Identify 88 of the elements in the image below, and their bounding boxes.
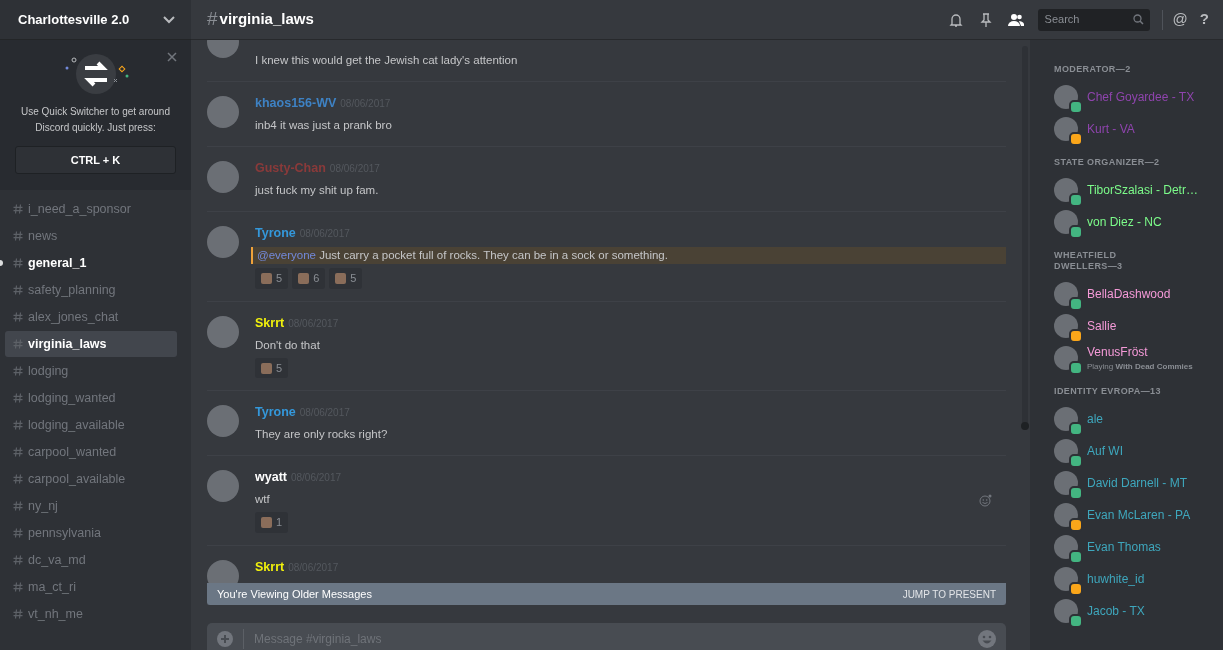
role-heading: STATE ORGANIZER—2 [1054,157,1161,168]
channel-item[interactable]: ma_ct_ri [5,574,177,600]
member-name[interactable]: Evan Thomas [1087,538,1161,556]
hash-icon [13,339,23,349]
hash-icon [13,528,23,538]
reaction-button[interactable]: 5 [329,268,363,289]
channel-item[interactable]: carpool_available [5,466,177,492]
channel-item[interactable]: lodging [5,358,177,384]
bell-icon[interactable] [947,11,964,28]
hash-icon [13,474,23,484]
message-text: @everyone Just carry a pocket full of rocks. They can be in a sock or something. [251,247,1006,265]
hash-icon [13,420,23,430]
member-name[interactable]: Kurt - VA [1087,120,1135,138]
search-box[interactable]: Search [1037,8,1150,31]
channel-item[interactable]: dc_va_md [5,547,177,573]
add-reaction-icon[interactable] [979,494,992,507]
chevron-down-icon[interactable] [163,15,175,24]
member-name[interactable]: TiborSzalasi - Detr… [1087,181,1198,199]
hash-icon [13,501,23,511]
member-name[interactable]: Chef Goyardee - TX [1087,88,1195,106]
channel-item[interactable]: lodging_available [5,412,177,438]
member-name[interactable]: huwhite_id [1087,570,1145,588]
member-name[interactable]: BellaDashwood [1087,285,1171,303]
member-name[interactable]: Auf WI [1087,442,1123,460]
mentions-icon[interactable]: @ [1172,8,1188,31]
member-name[interactable]: ale [1087,410,1103,428]
author-name[interactable]: Tyrone [255,405,296,420]
search-field[interactable]: Search [1042,10,1133,29]
channel-item[interactable]: general_1 [5,250,177,276]
search-icon [1132,14,1144,25]
message-text: Don't do that [255,337,321,353]
member-name[interactable]: von Diez - NC [1087,213,1162,231]
hash-icon [13,231,23,241]
activity-text: Playing With Dead Commies [1087,361,1193,373]
hash-icon [13,447,23,457]
channel-item[interactable]: ny_nj [5,493,177,519]
reaction-button[interactable]: 5 [255,268,289,289]
reaction-button[interactable]: 1 [255,512,289,533]
role-heading: IDENTITY EVROPA—13 [1054,386,1162,397]
author-name[interactable]: Skrrt [255,315,285,330]
author-name[interactable]: Tyrone [255,226,296,241]
member-name[interactable]: Sallie [1087,317,1117,335]
channel-item[interactable]: carpool_wanted [5,439,177,465]
hash-icon: # [207,5,218,34]
hash-icon [13,582,23,592]
channel-item[interactable]: i_need_a_sponsor [5,196,177,222]
member-name[interactable]: VenusFröst [1087,343,1193,361]
server-name: Charlottesville 2.0 [18,10,130,29]
scrollbar-thumb[interactable] [1021,422,1029,430]
hash-icon [13,204,23,214]
author-name[interactable]: wyatt [255,470,287,485]
shortcut-key-button[interactable]: CTRL + K [15,146,176,174]
role-heading: MODERATOR—2 [1054,64,1132,75]
hash-icon [13,609,23,619]
scrollbar-track[interactable] [1022,46,1028,430]
close-icon[interactable] [167,52,177,62]
author-name[interactable]: khaos156-WV [255,96,337,111]
channel-item[interactable]: lodging_wanted [5,385,177,411]
hash-icon [13,393,23,403]
role-heading: WHEATFIELD DWELLERS—3 [1054,250,1124,272]
channel-item[interactable]: virginia_laws [5,331,177,357]
member-name[interactable]: Jacob - TX [1087,602,1145,620]
message-text: I knew this would get the Jewish cat lady's attention [255,53,519,68]
quick-switcher-hint: Use Quick Switcher to get around Discord quickly. Just press: [20,105,171,135]
channel-item[interactable]: news [5,223,177,249]
message-text: They are only rocks right? [255,427,389,442]
members-icon[interactable] [1007,11,1024,28]
reaction-button[interactable]: 6 [292,268,326,289]
member-name[interactable]: Evan McLaren - PA [1087,506,1191,524]
hash-icon [13,555,23,565]
hash-icon [13,285,23,295]
message-text: wtf [255,492,271,507]
channel-item[interactable]: safety_planning [5,277,177,303]
hash-icon [13,258,23,268]
older-messages-label: You're Viewing Older Messages [217,586,372,602]
hash-icon [13,366,23,376]
reaction-button[interactable]: 5 [255,357,289,379]
channel-item[interactable]: pennsylvania [5,520,177,546]
channel-item[interactable]: alex_jones_chat [5,304,177,330]
hash-icon [13,312,23,322]
jump-to-present-link[interactable]: JUMP TO PRESENT [902,586,996,602]
message-text: just fuck my shit up fam. [255,183,380,198]
member-name[interactable]: David Darnell - MT [1087,474,1188,492]
channel-item[interactable]: vt_nh_me [5,601,177,627]
help-icon[interactable]: ? [1199,8,1209,31]
author-name[interactable]: Skrrt [255,559,285,574]
channel-title: virginia_laws [219,9,314,30]
message-text: inb4 it was just a prank bro [255,118,393,133]
